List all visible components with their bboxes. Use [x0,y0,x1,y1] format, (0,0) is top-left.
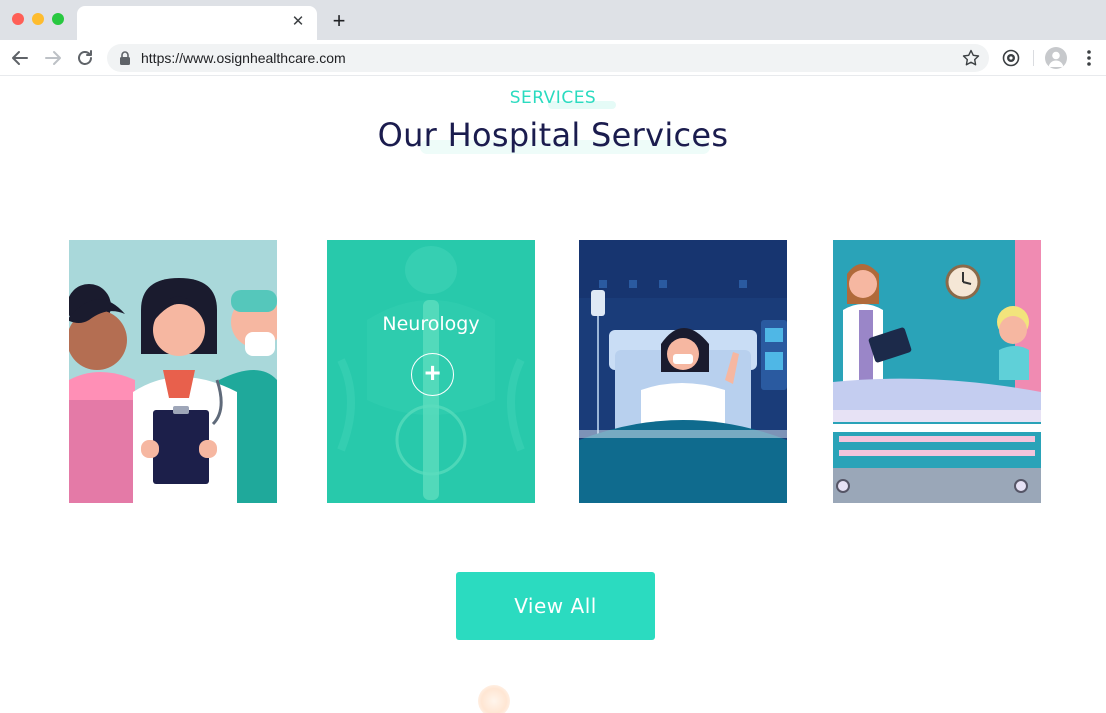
back-arrow-icon[interactable] [9,47,31,69]
maximize-window-button[interactable] [52,13,64,25]
toolbar-divider [1033,50,1034,66]
browser-tab-strip: ✕ + [0,0,1106,40]
minimize-window-button[interactable] [32,13,44,25]
view-all-button[interactable]: View All [456,572,655,640]
extension-icon[interactable] [1001,48,1021,68]
forward-arrow-icon[interactable] [42,47,64,69]
close-window-button[interactable] [12,13,24,25]
service-card-neurology[interactable]: Neurology + [327,240,535,503]
service-card-patient-care[interactable] [579,240,787,503]
new-tab-button[interactable]: + [328,10,350,33]
browser-toolbar: https://www.osignhealthcare.com [0,40,1106,76]
doctor-visiting-patient-illustration [833,240,1041,503]
profile-avatar-icon[interactable] [1045,47,1067,69]
address-bar[interactable]: https://www.osignhealthcare.com [107,44,989,72]
card-title: Neurology [382,313,480,335]
bookmark-star-icon[interactable] [961,48,981,68]
close-tab-icon[interactable]: ✕ [289,13,307,31]
medical-staff-illustration [69,240,277,503]
scroll-loader-indicator [478,685,510,713]
more-options-icon[interactable] [1079,47,1099,69]
plus-icon[interactable]: + [411,353,454,396]
reload-icon[interactable] [74,47,96,69]
section-eyebrow: SERVICES [509,88,597,108]
service-card-consultation[interactable] [833,240,1041,503]
lock-icon [120,51,130,65]
section-title: Our Hospital Services [377,116,729,154]
url-text: https://www.osignhealthcare.com [141,50,346,66]
browser-tab[interactable]: ✕ [77,6,317,40]
service-card-staff[interactable] [69,240,277,503]
patient-in-bed-illustration [579,240,787,503]
